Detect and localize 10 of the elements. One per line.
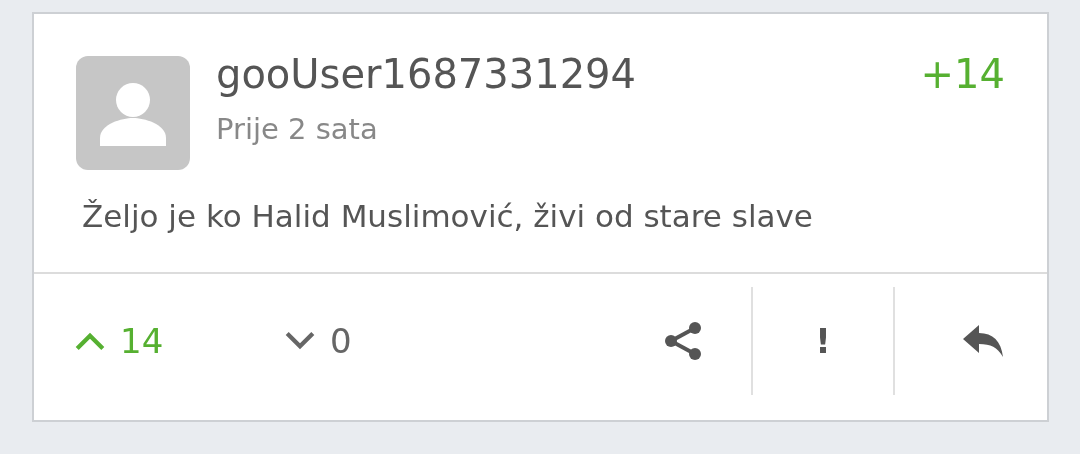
down-chevron-icon [284, 330, 316, 352]
avatar-icon [76, 56, 190, 170]
comment-text: Željo je ko Halid Muslimović, živi od stare slave [82, 197, 814, 236]
downvote-button[interactable]: 0 [284, 321, 494, 361]
comment-score: +14 [920, 50, 1005, 98]
report-button[interactable]: ! [753, 291, 893, 391]
comment-time: Prije 2 sata [216, 112, 379, 146]
up-chevron-icon [74, 330, 106, 352]
username[interactable]: gooUser1687331294 [216, 50, 921, 98]
reply-icon [961, 323, 1005, 359]
